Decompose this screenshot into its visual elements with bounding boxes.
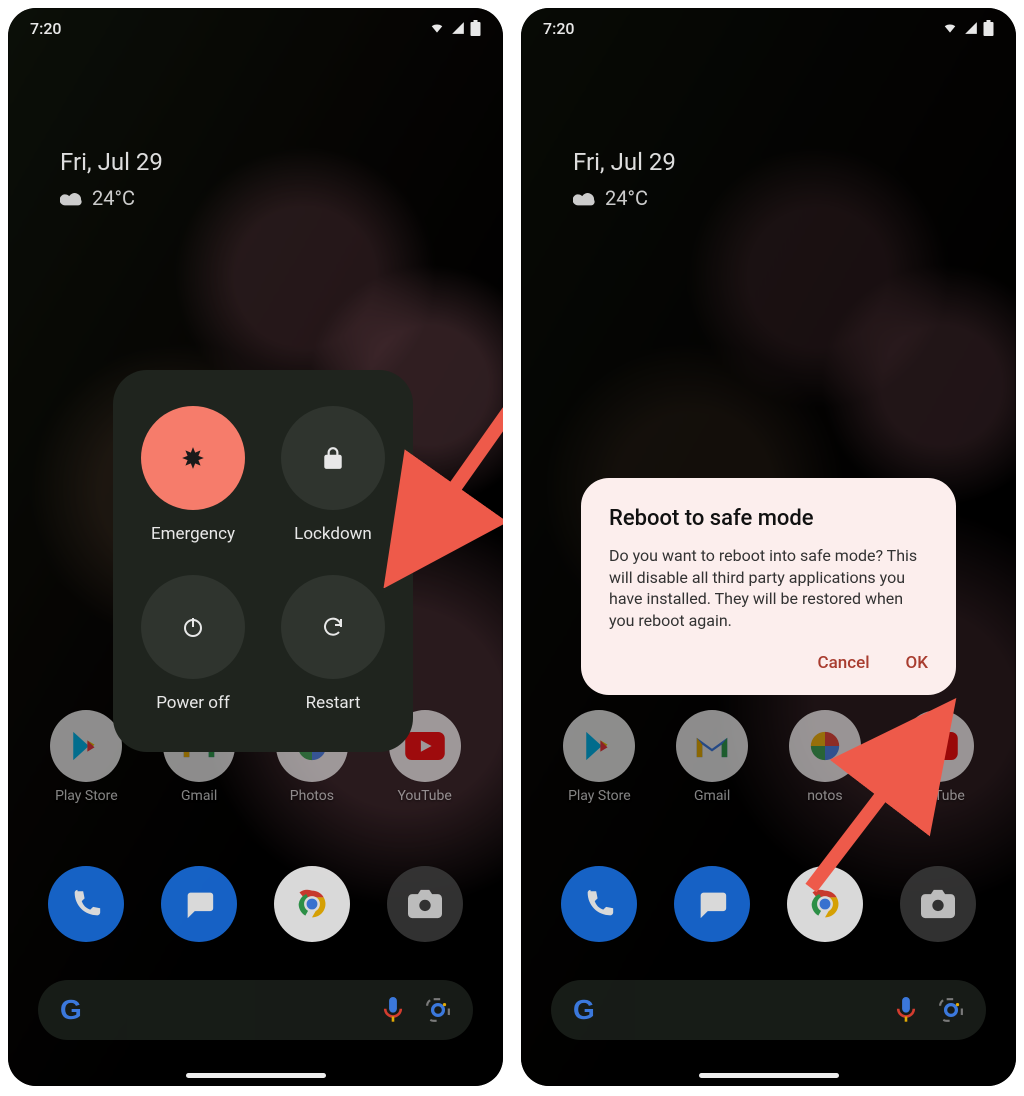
dialog-title: Reboot to safe mode: [609, 506, 928, 531]
power-label: Lockdown: [294, 524, 372, 544]
dock: [521, 866, 1016, 942]
app-label: Photos: [290, 788, 334, 804]
restart-icon: [281, 575, 385, 679]
photos-icon: [789, 710, 861, 782]
app-playstore[interactable]: Play Store: [549, 710, 649, 804]
app-label: Play Store: [55, 788, 118, 804]
messages-icon: [674, 866, 750, 942]
wifi-icon: [428, 21, 446, 35]
phone-right: 7:20 Fri, Jul 29 24°C Play Store Gmail: [521, 8, 1016, 1086]
app-gmail[interactable]: Gmail: [662, 710, 762, 804]
power-label: Restart: [306, 693, 361, 713]
nav-handle[interactable]: [186, 1073, 326, 1078]
power-label: Power off: [156, 693, 230, 713]
cloud-icon: [573, 190, 595, 206]
app-messages[interactable]: [662, 866, 762, 942]
app-chrome[interactable]: [262, 866, 362, 942]
app-label: Gmail: [181, 788, 217, 804]
battery-icon: [983, 20, 994, 36]
power-poweroff[interactable]: Power off: [123, 559, 263, 728]
search-bar[interactable]: G: [38, 980, 473, 1040]
app-photos[interactable]: notos: [775, 710, 875, 804]
home-date: Fri, Jul 29: [573, 148, 676, 176]
status-icons: [941, 20, 994, 36]
app-camera[interactable]: [375, 866, 475, 942]
wifi-icon: [941, 21, 959, 35]
gmail-icon: [676, 710, 748, 782]
app-camera[interactable]: [888, 866, 988, 942]
mic-icon[interactable]: [383, 997, 403, 1023]
app-phone[interactable]: [549, 866, 649, 942]
lens-icon[interactable]: [425, 997, 451, 1023]
status-time: 7:20: [543, 19, 575, 38]
power-restart[interactable]: Restart: [263, 559, 403, 728]
messages-icon: [161, 866, 237, 942]
google-logo-icon: G: [60, 994, 82, 1026]
google-logo-icon: G: [573, 994, 595, 1026]
app-label: YouTube: [910, 788, 964, 804]
app-messages[interactable]: [149, 866, 249, 942]
apps-row: Play Store Gmail notos YouTube: [521, 710, 1016, 804]
lens-icon[interactable]: [938, 997, 964, 1023]
home-temp: 24°C: [605, 186, 648, 210]
dialog-body: Do you want to reboot into safe mode? Th…: [609, 545, 928, 631]
home-widget[interactable]: Fri, Jul 29 24°C: [60, 148, 163, 210]
ok-button[interactable]: OK: [906, 653, 928, 673]
status-bar: 7:20: [8, 8, 503, 42]
home-widget[interactable]: Fri, Jul 29 24°C: [573, 148, 676, 210]
app-label: Gmail: [694, 788, 730, 804]
camera-icon: [387, 866, 463, 942]
signal-icon: [450, 21, 466, 35]
power-icon: [141, 575, 245, 679]
power-label: Emergency: [151, 524, 235, 544]
phone-left: 7:20 Fri, Jul 29 24°C Play Store Gma: [8, 8, 503, 1086]
signal-icon: [963, 21, 979, 35]
playstore-icon: [563, 710, 635, 782]
lock-icon: [281, 406, 385, 510]
cancel-button[interactable]: Cancel: [817, 653, 869, 673]
phone-icon: [561, 866, 637, 942]
chrome-icon: [787, 866, 863, 942]
playstore-icon: [50, 710, 122, 782]
app-phone[interactable]: [36, 866, 136, 942]
battery-icon: [470, 20, 481, 36]
camera-icon: [900, 866, 976, 942]
power-menu: Emergency Lockdown Power off Restart: [113, 370, 413, 752]
mic-icon[interactable]: [896, 997, 916, 1023]
dock: [8, 866, 503, 942]
safe-mode-dialog: Reboot to safe mode Do you want to reboo…: [581, 478, 956, 695]
emergency-icon: [141, 406, 245, 510]
status-time: 7:20: [30, 19, 62, 38]
status-bar: 7:20: [521, 8, 1016, 42]
search-bar[interactable]: G: [551, 980, 986, 1040]
power-emergency[interactable]: Emergency: [123, 390, 263, 559]
app-label: Play Store: [568, 788, 631, 804]
chrome-icon: [274, 866, 350, 942]
power-lockdown[interactable]: Lockdown: [263, 390, 403, 559]
status-icons: [428, 20, 481, 36]
home-temp: 24°C: [92, 186, 135, 210]
cloud-icon: [60, 190, 82, 206]
app-youtube[interactable]: YouTube: [888, 710, 988, 804]
youtube-icon: [902, 710, 974, 782]
home-date: Fri, Jul 29: [60, 148, 163, 176]
app-label: YouTube: [397, 788, 451, 804]
app-label: notos: [807, 788, 842, 804]
nav-handle[interactable]: [699, 1073, 839, 1078]
phone-icon: [48, 866, 124, 942]
app-chrome[interactable]: [775, 866, 875, 942]
